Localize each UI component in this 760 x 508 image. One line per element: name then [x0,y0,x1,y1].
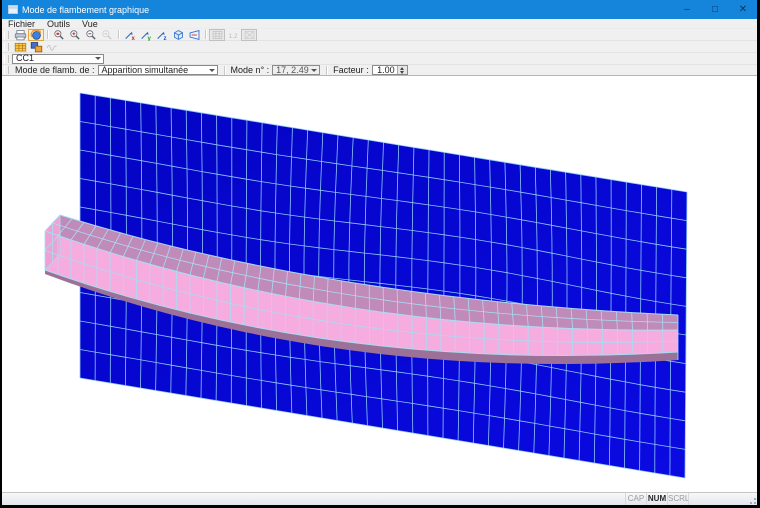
toolbar-separator [326,65,328,75]
maximize-icon: □ [711,4,719,15]
view-perspective-icon [188,29,201,41]
window-controls: – □ ✕ [673,0,757,19]
window-title: Mode de flambement graphique [22,4,150,15]
caps-lock-indicator: CAP [625,493,646,505]
values-toggle-icon: 1.2 [227,29,240,41]
settings-box-button[interactable] [241,28,257,41]
minimize-icon: – [684,4,690,15]
values-toggle-button[interactable]: 1.2 [225,29,241,41]
close-button[interactable]: ✕ [729,0,757,19]
tile-windows-icon [30,41,43,53]
toolbar-separator [47,30,48,39]
zoom-window-icon [53,29,66,41]
3d-viewport[interactable] [2,76,757,492]
menubar: Fichier Outils Vue [2,19,757,29]
zoom-out-button[interactable] [83,29,99,41]
view-y-button[interactable]: y [138,29,154,41]
factor-down-button[interactable] [397,70,407,74]
resize-grip[interactable] [745,493,757,505]
statusbar-pad [688,493,745,505]
buckling-mode-scene [44,92,688,479]
menu-fichier[interactable]: Fichier [2,19,41,29]
wireframe-toggle-icon [211,29,224,41]
toolbar-gripper[interactable] [4,66,9,74]
toolbar-gripper[interactable] [4,30,9,39]
statusbar-message-area [2,493,625,505]
mode-type-label: Mode de flamb. de : [15,65,95,75]
view-z-icon: z [156,29,169,41]
close-icon: ✕ [738,4,748,15]
chevron-down-icon[interactable] [309,66,319,74]
toolbar-separator [223,65,225,75]
rotate-view-icon [30,28,43,41]
app-icon [8,5,18,14]
load-case-bar: CC1 [2,53,757,65]
mode-type-combobox[interactable]: Apparition simultanée [97,65,218,75]
svg-text:x: x [131,35,135,41]
result-table-button[interactable] [12,41,28,53]
tile-windows-button[interactable] [28,41,44,53]
settings-box-icon [243,29,256,41]
view-y-icon: y [140,29,153,41]
mode-number-combobox[interactable]: 17, 2.49 [272,65,321,75]
chevron-down-icon[interactable] [93,55,103,63]
zoom-full-button[interactable] [99,29,115,41]
zoom-window-button[interactable] [51,29,67,41]
load-case-value: CC1 [16,54,35,63]
view-isometric-button[interactable] [170,29,186,41]
statusbar: CAP NUM SCRL [2,492,757,505]
wireframe-toggle-button[interactable] [209,28,225,41]
load-case-combobox[interactable]: CC1 [12,53,104,64]
titlebar[interactable]: Mode de flambement graphique – □ ✕ [2,0,757,19]
view-z-button[interactable]: z [154,29,170,41]
svg-text:z: z [163,35,166,41]
view-isometric-icon [172,29,185,41]
view-x-button[interactable]: x [122,29,138,41]
menu-vue[interactable]: Vue [76,19,104,29]
chevron-down-icon[interactable] [207,66,217,74]
mode-bar: Mode de flamb. de : Apparition simultané… [2,65,757,76]
minimize-button[interactable]: – [673,0,701,19]
zoom-in-icon [69,29,82,41]
toolbar-gripper[interactable] [4,42,9,51]
app-window: Mode de flambement graphique – □ ✕ Fichi… [2,0,757,505]
maximize-button[interactable]: □ [701,0,729,19]
animation-button[interactable] [44,41,60,53]
toolbar-main: x y z 1.2 [2,28,757,41]
zoom-out-icon [85,29,98,41]
rotate-view-button[interactable] [28,28,44,41]
mode-type-value: Apparition simultanée [101,65,189,75]
num-lock-indicator: NUM [646,493,667,505]
svg-text:1.2: 1.2 [228,32,237,39]
toolbar-separator [118,30,119,39]
factor-value: 1.00 [377,65,395,75]
resize-grip-icon [750,498,756,504]
mode-number-value: 17, 2.49 [276,65,309,75]
factor-label: Facteur : [333,65,369,75]
scroll-lock-indicator: SCRL [667,493,690,505]
print-button[interactable] [12,29,28,41]
result-table-icon [14,41,27,53]
factor-stepper[interactable]: 1.00 [371,65,408,75]
zoom-full-icon [101,29,114,41]
svg-text:y: y [147,35,151,41]
zoom-in-button[interactable] [67,29,83,41]
print-icon [14,29,27,41]
animation-icon [46,41,59,53]
mode-number-label: Mode n° : [230,65,270,75]
toolbar-separator [205,30,206,39]
view-perspective-button[interactable] [186,29,202,41]
view-x-icon: x [124,29,137,41]
menu-outils[interactable]: Outils [41,19,76,29]
toolbar-secondary [2,41,757,53]
toolbar-gripper[interactable] [4,54,9,63]
